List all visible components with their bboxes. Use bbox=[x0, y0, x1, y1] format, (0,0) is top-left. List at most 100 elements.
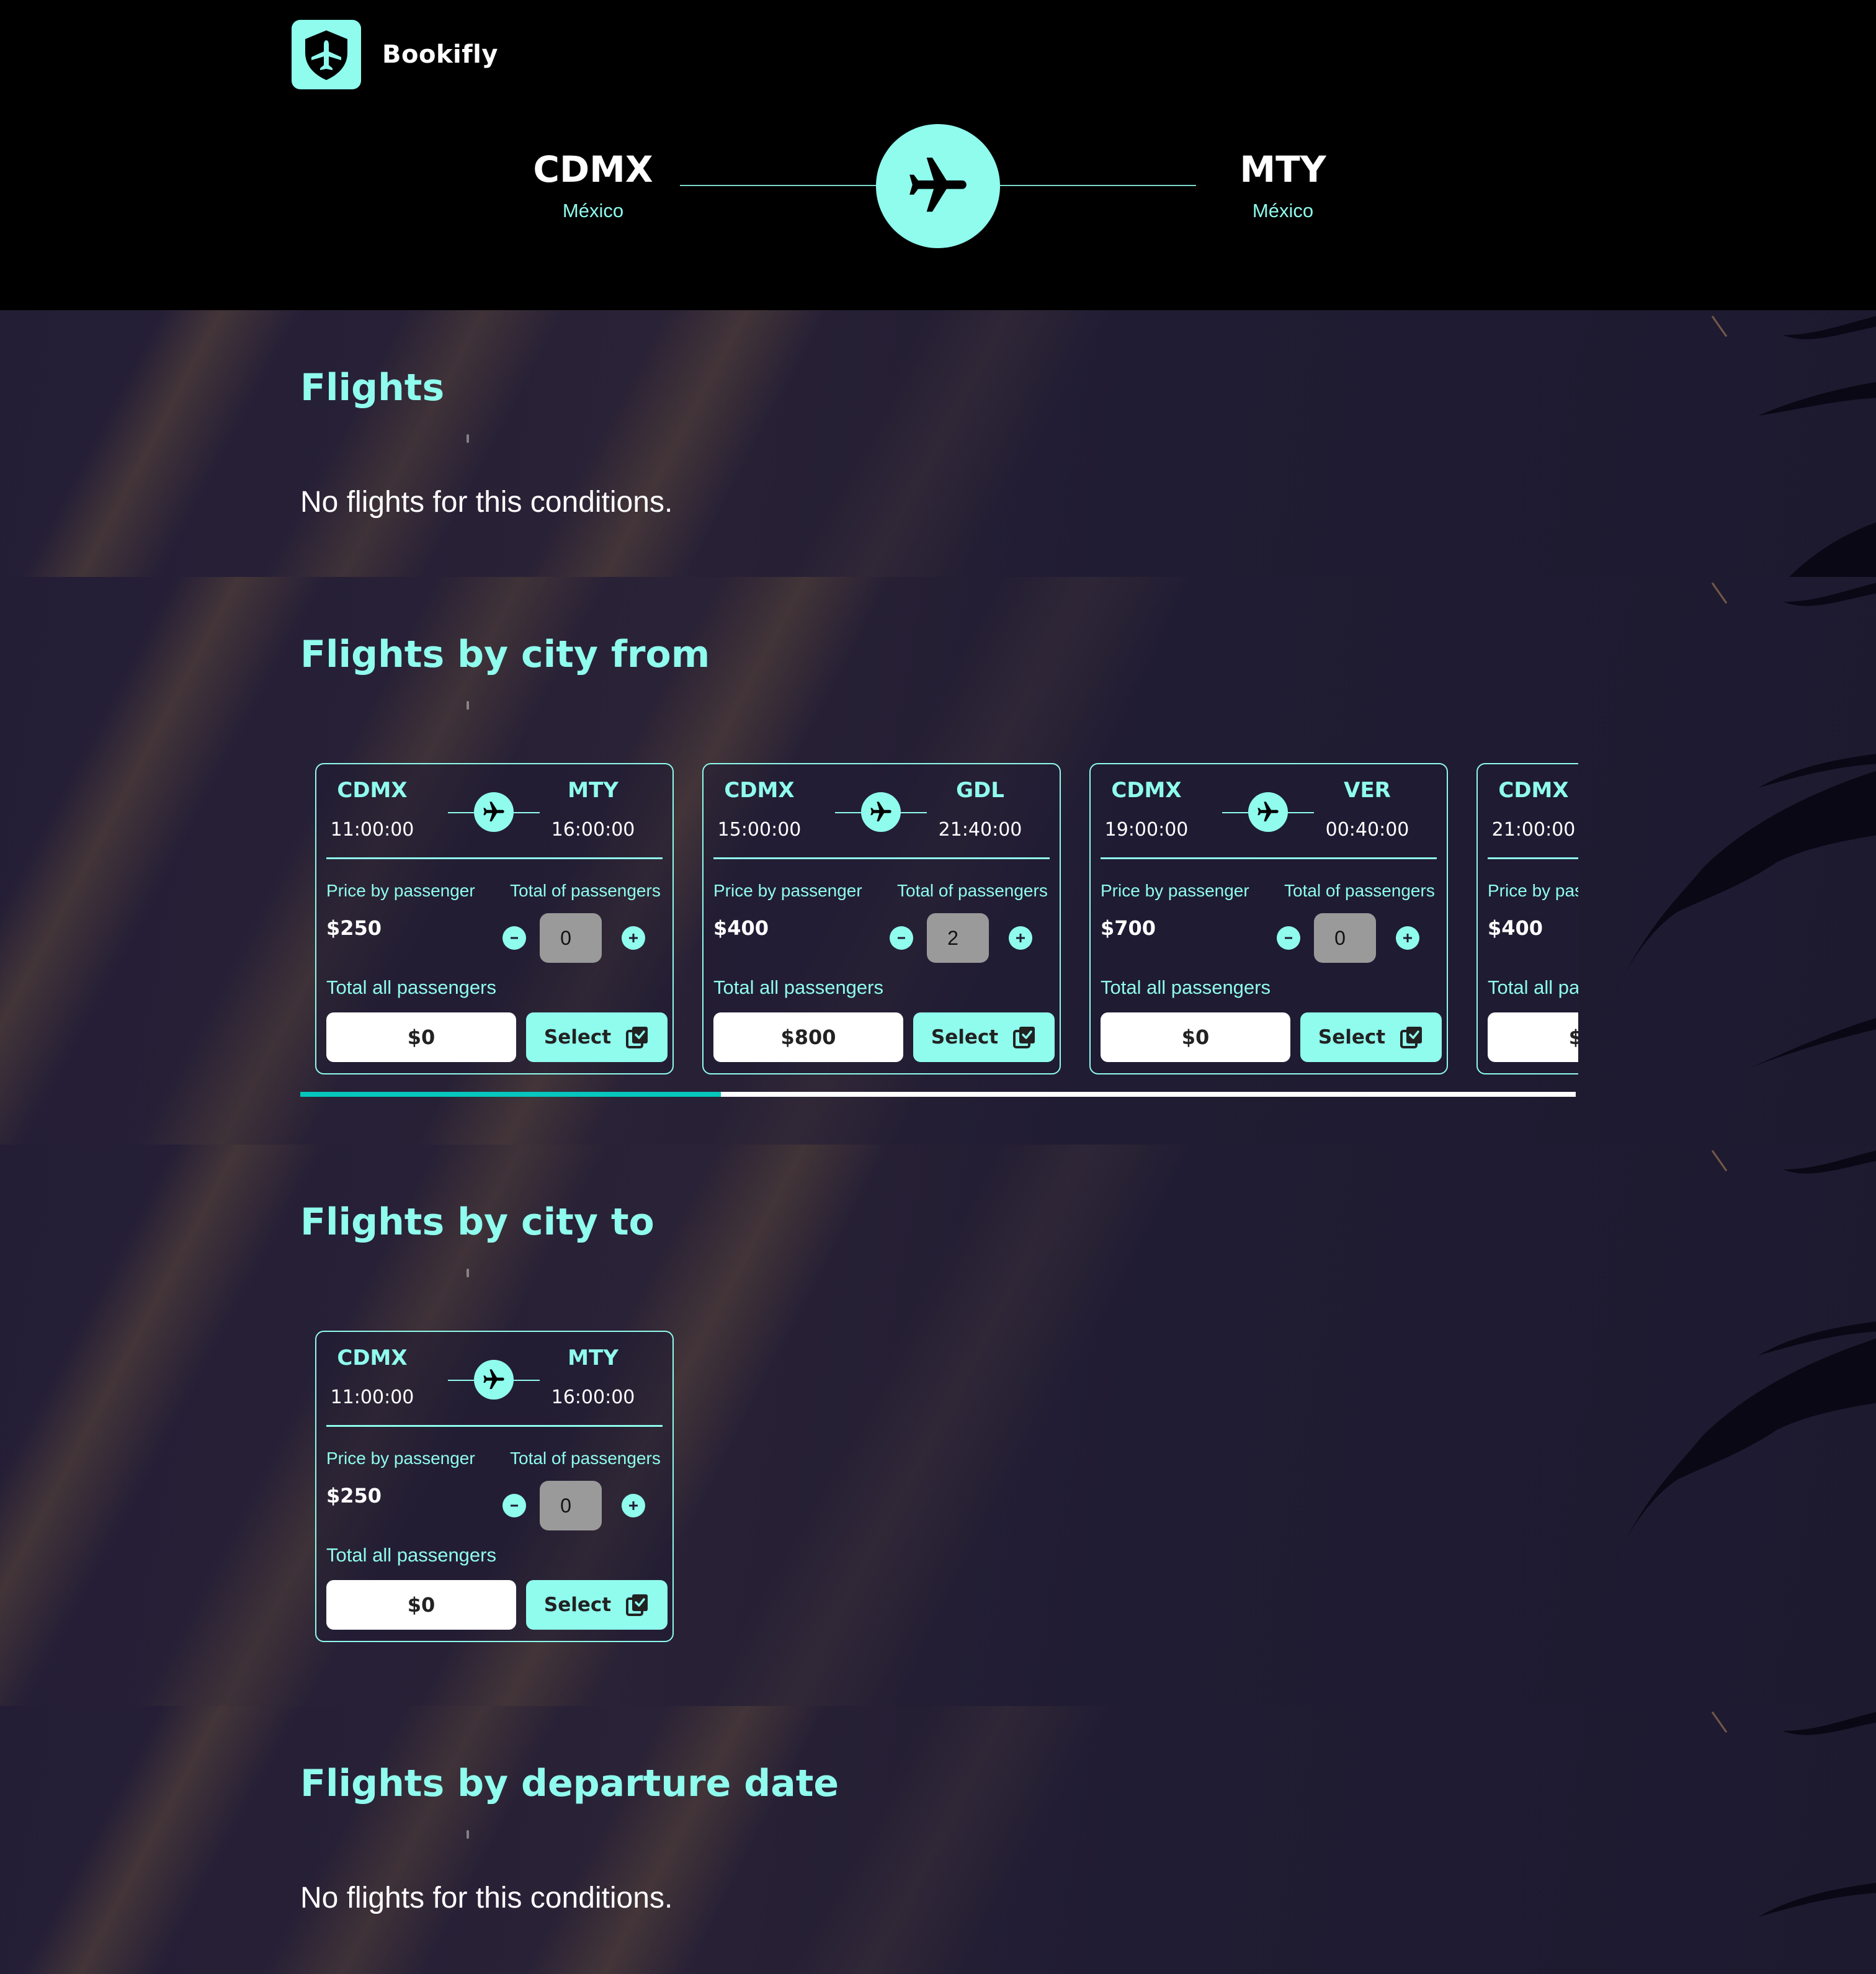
card-origin: CDMX 21:00:00 bbox=[1478, 777, 1578, 842]
route-plane-badge bbox=[876, 124, 1000, 248]
departure-time: 19:00:00 bbox=[1104, 819, 1189, 841]
increment-button[interactable] bbox=[1009, 926, 1032, 950]
passenger-stepper bbox=[502, 1481, 670, 1530]
empty-message: No flights for this conditions. bbox=[300, 486, 673, 519]
arrival-time: 00:40:00 bbox=[1325, 819, 1409, 841]
horizontal-scrollbar[interactable] bbox=[300, 1092, 1576, 1097]
card-route: CDMX 15:00:00 GDL 21:40:00 bbox=[704, 764, 1060, 857]
cards-track: CDMX 11:00:00 MTY 16:00:00 Price by pass… bbox=[315, 763, 1578, 1079]
total-price-display: $0 bbox=[1488, 1012, 1578, 1062]
origin-code: CDMX bbox=[1111, 778, 1182, 803]
card-divider bbox=[713, 857, 1050, 859]
brand-logo[interactable]: Bookifly bbox=[292, 20, 498, 89]
select-label: Select bbox=[931, 1026, 999, 1048]
passenger-count-input[interactable] bbox=[540, 913, 602, 963]
origin-country: México bbox=[562, 200, 624, 221]
total-of-passengers-label: Total of passengers bbox=[510, 881, 661, 900]
route-summary: CDMX México MTY México bbox=[0, 124, 1876, 248]
section-flights: Flights No flights for this conditions. bbox=[0, 310, 1876, 577]
price-per-passenger: $400 bbox=[1488, 916, 1543, 940]
select-check-icon bbox=[1400, 1027, 1423, 1048]
card-route: CDMX 19:00:00 VER 00:40:00 bbox=[1091, 764, 1447, 857]
select-flight-button[interactable]: Select bbox=[526, 1012, 668, 1062]
card-route: CDMX 21:00:00 bbox=[1478, 764, 1578, 857]
passenger-stepper bbox=[1277, 913, 1444, 963]
card-origin: CDMX 11:00:00 bbox=[316, 1344, 428, 1410]
total-all-passengers-label: Total all passengers bbox=[326, 976, 496, 998]
palm-silhouette-decoration bbox=[1758, 316, 1876, 577]
price-by-passenger-label: Price by passenger bbox=[1101, 881, 1249, 900]
departure-time: 11:00:00 bbox=[330, 1387, 414, 1408]
total-price-display: $0 bbox=[326, 1580, 516, 1630]
card-destination: MTY 16:00:00 bbox=[537, 1344, 649, 1410]
destination-code: MTY bbox=[1240, 148, 1326, 190]
select-label: Select bbox=[543, 1026, 612, 1048]
select-check-icon bbox=[1013, 1027, 1035, 1048]
card-divider bbox=[326, 857, 663, 859]
price-by-passenger-label: Price by passenger bbox=[326, 881, 475, 900]
decrement-button[interactable] bbox=[1277, 926, 1300, 950]
origin-code: CDMX bbox=[337, 778, 408, 803]
passenger-count-input[interactable] bbox=[540, 1481, 602, 1530]
palm-silhouette-decoration bbox=[1609, 583, 1876, 1067]
airplane-icon bbox=[1257, 802, 1279, 821]
section-title: Flights by city from bbox=[300, 633, 710, 676]
flight-card: CDMX 11:00:00 MTY 16:00:00 Price by pass… bbox=[315, 763, 674, 1074]
increment-button[interactable] bbox=[1396, 926, 1419, 950]
palm-silhouette-decoration bbox=[1758, 1712, 1876, 1917]
departure-time: 15:00:00 bbox=[717, 819, 802, 841]
origin-code: CDMX bbox=[1498, 778, 1569, 803]
total-all-passengers-label: Total all passengers bbox=[1488, 976, 1578, 998]
price-per-passenger: $250 bbox=[326, 1484, 382, 1507]
scrollbar-thumb[interactable] bbox=[300, 1092, 721, 1097]
price-by-passenger-label: Price by passenger bbox=[713, 881, 862, 900]
increment-button[interactable] bbox=[622, 1494, 645, 1517]
price-by-passenger-label: Price by passenger bbox=[326, 1449, 475, 1468]
plus-icon bbox=[629, 934, 638, 942]
select-flight-button[interactable]: Select bbox=[526, 1580, 668, 1630]
route-line-right bbox=[1000, 185, 1196, 186]
passenger-stepper bbox=[502, 913, 670, 963]
palm-silhouette-decoration bbox=[1609, 1150, 1876, 1573]
destination-code: MTY bbox=[568, 1346, 619, 1370]
minus-icon bbox=[511, 937, 518, 939]
decrement-button[interactable] bbox=[502, 1494, 526, 1517]
total-of-passengers-label: Total of passengers bbox=[510, 1449, 661, 1468]
plus-icon bbox=[1016, 934, 1025, 942]
empty-message: No flights for this conditions. bbox=[300, 1882, 673, 1914]
select-label: Select bbox=[543, 1594, 612, 1616]
flight-cards-carousel[interactable]: CDMX 11:00:00 MTY 16:00:00 Price by pass… bbox=[315, 763, 1578, 1086]
airplane-icon bbox=[483, 802, 504, 821]
total-price-display: $0 bbox=[1101, 1012, 1290, 1062]
section-flights-by-city-from: Flights by city from CDMX 11:00:00 MTY 1… bbox=[0, 577, 1876, 1145]
decrement-button[interactable] bbox=[890, 926, 913, 950]
section-title: Flights by departure date bbox=[300, 1762, 839, 1805]
flight-card: CDMX 11:00:00 MTY 16:00:00 Price by pass… bbox=[315, 1331, 674, 1642]
flight-card: CDMX 19:00:00 VER 00:40:00 Price by pass… bbox=[1089, 763, 1448, 1074]
total-of-passengers-label: Total of passengers bbox=[897, 881, 1048, 900]
card-destination: GDL 21:40:00 bbox=[924, 777, 1036, 842]
select-flight-button[interactable]: Select bbox=[1300, 1012, 1442, 1062]
total-of-passengers-label: Total of passengers bbox=[1284, 881, 1435, 900]
section-title: Flights by city to bbox=[300, 1200, 654, 1244]
price-per-passenger: $700 bbox=[1101, 916, 1156, 940]
shield-plane-icon bbox=[292, 20, 361, 89]
destination-code: VER bbox=[1344, 778, 1391, 803]
airplane-icon bbox=[870, 802, 891, 821]
minus-icon bbox=[898, 937, 905, 939]
price-by-passenger-label: Price by passenger bbox=[1488, 881, 1578, 900]
decrement-button[interactable] bbox=[502, 926, 526, 950]
minus-icon bbox=[511, 1504, 518, 1507]
minus-icon bbox=[1285, 937, 1292, 939]
arrival-time: 16:00:00 bbox=[551, 1387, 635, 1408]
select-flight-button[interactable]: Select bbox=[913, 1012, 1055, 1062]
passenger-count-input[interactable] bbox=[927, 913, 989, 963]
passenger-count-input[interactable] bbox=[1314, 913, 1376, 963]
origin-code: CDMX bbox=[533, 148, 653, 190]
arrival-time: 16:00:00 bbox=[551, 819, 635, 841]
increment-button[interactable] bbox=[622, 926, 645, 950]
total-price-display: $800 bbox=[713, 1012, 903, 1062]
top-header: Bookifly CDMX México MTY México bbox=[0, 0, 1876, 310]
departure-time: 11:00:00 bbox=[330, 819, 414, 841]
flight-cards-carousel[interactable]: CDMX 11:00:00 MTY 16:00:00 Price by pass… bbox=[315, 1331, 1578, 1653]
